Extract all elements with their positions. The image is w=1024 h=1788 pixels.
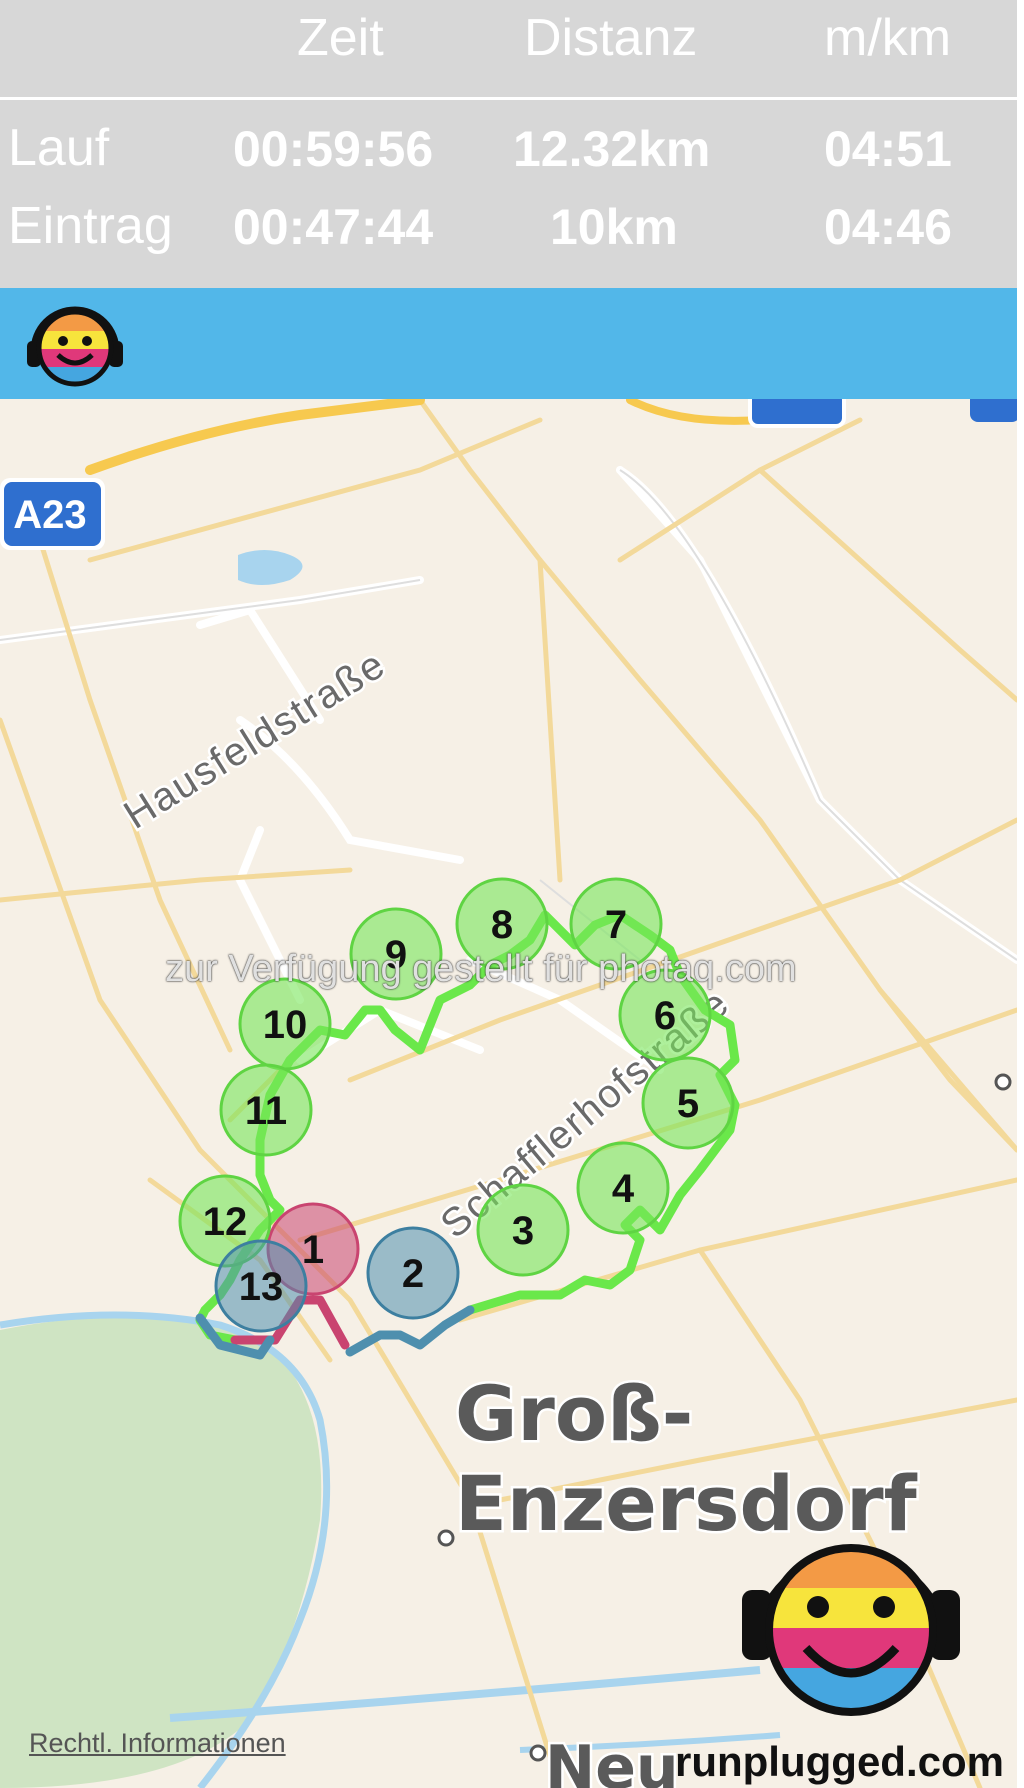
header-time: Zeit	[297, 9, 384, 67]
route-map[interactable]: A23 Hausfeldstraße Schafflerhofstraße Gr…	[0, 399, 1017, 1788]
km-marker-10[interactable]: 10	[238, 977, 332, 1071]
town-label-line2: Enzersdorf	[455, 1459, 918, 1548]
header-divider	[0, 97, 1017, 100]
row-run-label: Lauf	[8, 119, 110, 177]
svg-text:3: 3	[512, 1209, 534, 1253]
poi-dot	[994, 1073, 1012, 1091]
svg-text:7: 7	[605, 903, 627, 947]
road-shield-label: A23	[13, 493, 86, 537]
svg-text:1: 1	[302, 1228, 324, 1272]
svg-text:8: 8	[491, 903, 513, 947]
row-run-time: 00:59:56	[233, 121, 434, 177]
km-marker-3[interactable]: 3	[476, 1183, 570, 1277]
legal-information-link[interactable]: Rechtl. Informationen	[29, 1728, 286, 1759]
svg-text:10: 10	[263, 1003, 308, 1047]
town-label-bottom: Neu	[545, 1733, 679, 1788]
svg-text:2: 2	[402, 1252, 424, 1296]
app-bar	[0, 288, 1017, 399]
svg-text:5: 5	[677, 1082, 699, 1126]
road-shield-partial	[748, 399, 846, 428]
km-marker-4[interactable]: 4	[576, 1141, 670, 1235]
stats-panel: Zeit Distanz m/km Lauf 00:59:56 12.32km …	[0, 0, 1017, 288]
svg-text:11: 11	[245, 1089, 287, 1133]
row-run-distance: 12.32km	[513, 121, 711, 177]
road-shield-a23: A23	[0, 478, 105, 550]
svg-text:12: 12	[203, 1200, 248, 1244]
km-marker-5[interactable]: 5	[641, 1056, 735, 1150]
header-distance: Distanz	[524, 9, 698, 67]
km-marker-13[interactable]: 13	[214, 1239, 308, 1333]
poi-dot	[529, 1744, 547, 1762]
svg-text:13: 13	[239, 1265, 284, 1309]
town-label-line1: Groß-	[455, 1369, 693, 1458]
svg-text:6: 6	[654, 994, 676, 1038]
row-entry-label: Eintrag	[8, 197, 173, 255]
app-logo-icon[interactable]	[20, 293, 130, 393]
right-edge	[1017, 0, 1024, 1788]
km-marker-2[interactable]: 2	[366, 1226, 460, 1320]
svg-text:4: 4	[612, 1167, 635, 1211]
row-entry-distance: 10km	[550, 199, 678, 255]
watermark-text: zur Verfügung gestellt für photaq.com	[165, 948, 797, 990]
poi-dot	[437, 1529, 455, 1547]
km-marker-11[interactable]: 11	[219, 1063, 313, 1157]
header-pace: m/km	[824, 9, 952, 67]
road-shield-edge	[970, 399, 1017, 422]
row-run-pace: 04:51	[824, 121, 952, 177]
brand-text: runplugged.com	[675, 1738, 1004, 1785]
row-entry-pace: 04:46	[824, 199, 952, 255]
row-entry-time: 00:47:44	[233, 199, 434, 255]
